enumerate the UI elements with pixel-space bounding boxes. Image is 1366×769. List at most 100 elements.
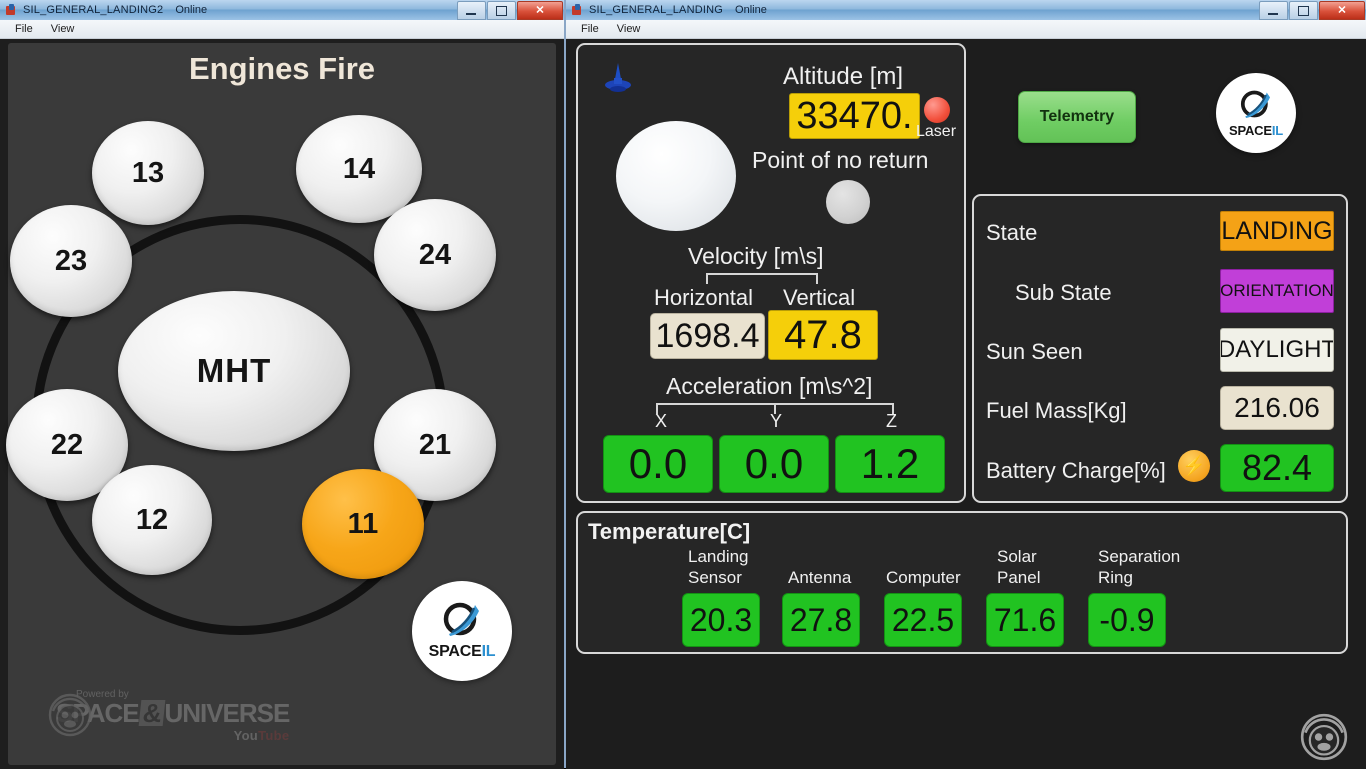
- acceleration-z-label: Z: [886, 411, 897, 431]
- engines-panel-title: Engines Fire: [188, 51, 376, 86]
- engine-23-label: 23: [54, 244, 88, 277]
- laser-label: Laser: [916, 123, 957, 140]
- acceleration-y-value: 0.0: [719, 435, 829, 493]
- temp-separation-ring-value: -0.9: [1088, 593, 1166, 647]
- state-label: State: [986, 220, 1038, 245]
- minimize-button[interactable]: [457, 1, 486, 20]
- right-window-controls: ✕: [1258, 1, 1365, 20]
- watermark-amp: &: [138, 698, 165, 728]
- spaceil-logo-text: SPACEIL: [1229, 122, 1283, 138]
- right-window-status: Online: [735, 4, 767, 16]
- astronaut-monkey-icon: [1300, 713, 1348, 761]
- altitude-label: Altitude [m]: [783, 63, 904, 90]
- engine-24[interactable]: 24: [374, 199, 496, 311]
- astronaut-monkey-icon: [48, 693, 92, 737]
- spaceil-logo-mark: [439, 602, 485, 642]
- lander-icon: [598, 59, 638, 104]
- engine-mht[interactable]: MHT: [118, 291, 350, 451]
- temperature-panel: Temperature[C] Landing Sensor 20.3 Anten…: [576, 511, 1348, 654]
- point-of-no-return-label: Point of no return: [752, 147, 929, 173]
- battery-charge-value: 82.4: [1220, 444, 1334, 492]
- temperature-panel-title: Temperature[C]: [588, 519, 751, 544]
- velocity-title: Velocity [m\s]: [688, 243, 824, 269]
- sun-seen-value: DAYLIGHT: [1220, 328, 1334, 372]
- engine-13-label: 13: [131, 156, 165, 189]
- engine-13[interactable]: 13: [92, 121, 204, 225]
- left-window-title: SIL_GENERAL_LANDING2: [23, 4, 164, 16]
- acceleration-z-value: 1.2: [835, 435, 945, 493]
- status-panel: State LANDING Sub State ORIENTATION Sun …: [972, 194, 1348, 503]
- spaceil-logo-text: SPACEIL: [428, 643, 496, 660]
- temp-solar-panel-value: 71.6: [986, 593, 1064, 647]
- acceleration-x-value: 0.0: [603, 435, 713, 493]
- temp-solar-panel-label-2: Panel: [997, 568, 1041, 587]
- sun-seen-label: Sun Seen: [986, 339, 1083, 364]
- spaceil-logo-mark: [1237, 90, 1275, 123]
- sub-state-label: Sub State: [1015, 280, 1112, 305]
- moon-indicator: [616, 121, 736, 231]
- altitude-value: 33470.: [789, 93, 920, 139]
- left-window-titlebar[interactable]: SIL_GENERAL_LANDING2 Online ✕: [0, 0, 564, 20]
- right-window-titlebar[interactable]: SIL_GENERAL_LANDING Online ✕: [566, 0, 1366, 20]
- left-window-body: Engines Fire MHT 13 14 23 24 22 21 12 11…: [0, 39, 564, 769]
- temp-landing-sensor-label-2: Sensor: [688, 568, 742, 587]
- spaceil-logo: SPACEIL: [412, 581, 512, 681]
- right-window-menubar: File View: [566, 20, 1366, 39]
- velocity-horizontal-label: Horizontal: [654, 285, 754, 310]
- engines-stage: Engines Fire MHT 13 14 23 24 22 21 12 11…: [6, 43, 556, 765]
- fuel-mass-value: 216.06: [1220, 386, 1334, 430]
- velocity-vertical-value: 47.8: [768, 310, 878, 360]
- app-icon: [571, 3, 584, 17]
- velocity-bracket: [706, 273, 818, 284]
- temp-separation-ring-label-2: Ring: [1098, 568, 1133, 587]
- telemetry-button-label: Telemetry: [1039, 108, 1115, 125]
- temp-computer-label: Computer: [886, 568, 961, 587]
- close-button[interactable]: ✕: [517, 1, 563, 20]
- left-window-status: Online: [175, 4, 208, 16]
- menu-file[interactable]: File: [6, 22, 42, 36]
- menu-view[interactable]: View: [608, 22, 650, 36]
- engine-21-label: 21: [418, 428, 452, 461]
- temp-separation-ring-label-1: Separation: [1098, 547, 1181, 566]
- minimize-button[interactable]: [1259, 1, 1288, 20]
- menu-view[interactable]: View: [42, 22, 84, 36]
- left-window-menubar: File View: [0, 20, 564, 39]
- engine-23[interactable]: 23: [10, 205, 132, 317]
- acceleration-title: Acceleration [m\s^2]: [666, 373, 873, 399]
- temp-landing-sensor-value: 20.3: [682, 593, 760, 647]
- temp-antenna-label: Antenna: [788, 568, 852, 587]
- temp-antenna-value: 27.8: [782, 593, 860, 647]
- point-of-no-return-indicator: [826, 180, 870, 224]
- menu-file[interactable]: File: [572, 22, 608, 36]
- right-window-body: Altitude [m] 33470. Laser Point of no re…: [566, 39, 1366, 769]
- fuel-mass-label: Fuel Mass[Kg]: [986, 398, 1127, 423]
- battery-bolt-icon: ⚡: [1178, 450, 1210, 482]
- maximize-button[interactable]: [487, 1, 516, 20]
- screen: SIL_GENERAL_LANDING2 Online ✕ File View …: [0, 0, 1366, 769]
- velocity-vertical-label: Vertical: [783, 285, 856, 310]
- watermark-universe: UNIVERSE: [164, 698, 290, 728]
- engine-24-label: 24: [418, 238, 452, 271]
- window-sil-general-landing: SIL_GENERAL_LANDING Online ✕ File View A…: [566, 0, 1366, 769]
- engine-11[interactable]: 11: [302, 469, 424, 579]
- temp-landing-sensor-label-1: Landing: [688, 547, 749, 566]
- state-value: LANDING: [1220, 211, 1334, 251]
- spaceil-logo-right: SPACEIL: [1216, 73, 1296, 153]
- telemetry-button[interactable]: Telemetry: [1018, 91, 1136, 143]
- acceleration-x-label: X: [655, 411, 668, 431]
- engine-mht-label: MHT: [196, 352, 272, 389]
- temp-computer-value: 22.5: [884, 593, 962, 647]
- laser-indicator: [924, 97, 950, 123]
- acceleration-y-label: Y: [770, 411, 783, 431]
- temp-solar-panel-label-1: Solar: [997, 547, 1037, 566]
- velocity-horizontal-value: 1698.4: [650, 313, 765, 359]
- engine-22-label: 22: [50, 428, 84, 461]
- close-button[interactable]: ✕: [1319, 1, 1365, 20]
- sub-state-value: ORIENTATION: [1220, 269, 1334, 313]
- space-universe-watermark: Powered by SPACE&UNIVERSE YouTube: [48, 689, 290, 743]
- engine-11-label: 11: [347, 507, 379, 540]
- app-icon: [5, 3, 18, 17]
- engine-12[interactable]: 12: [92, 465, 212, 575]
- maximize-button[interactable]: [1289, 1, 1318, 20]
- battery-charge-label: Battery Charge[%]: [986, 458, 1166, 483]
